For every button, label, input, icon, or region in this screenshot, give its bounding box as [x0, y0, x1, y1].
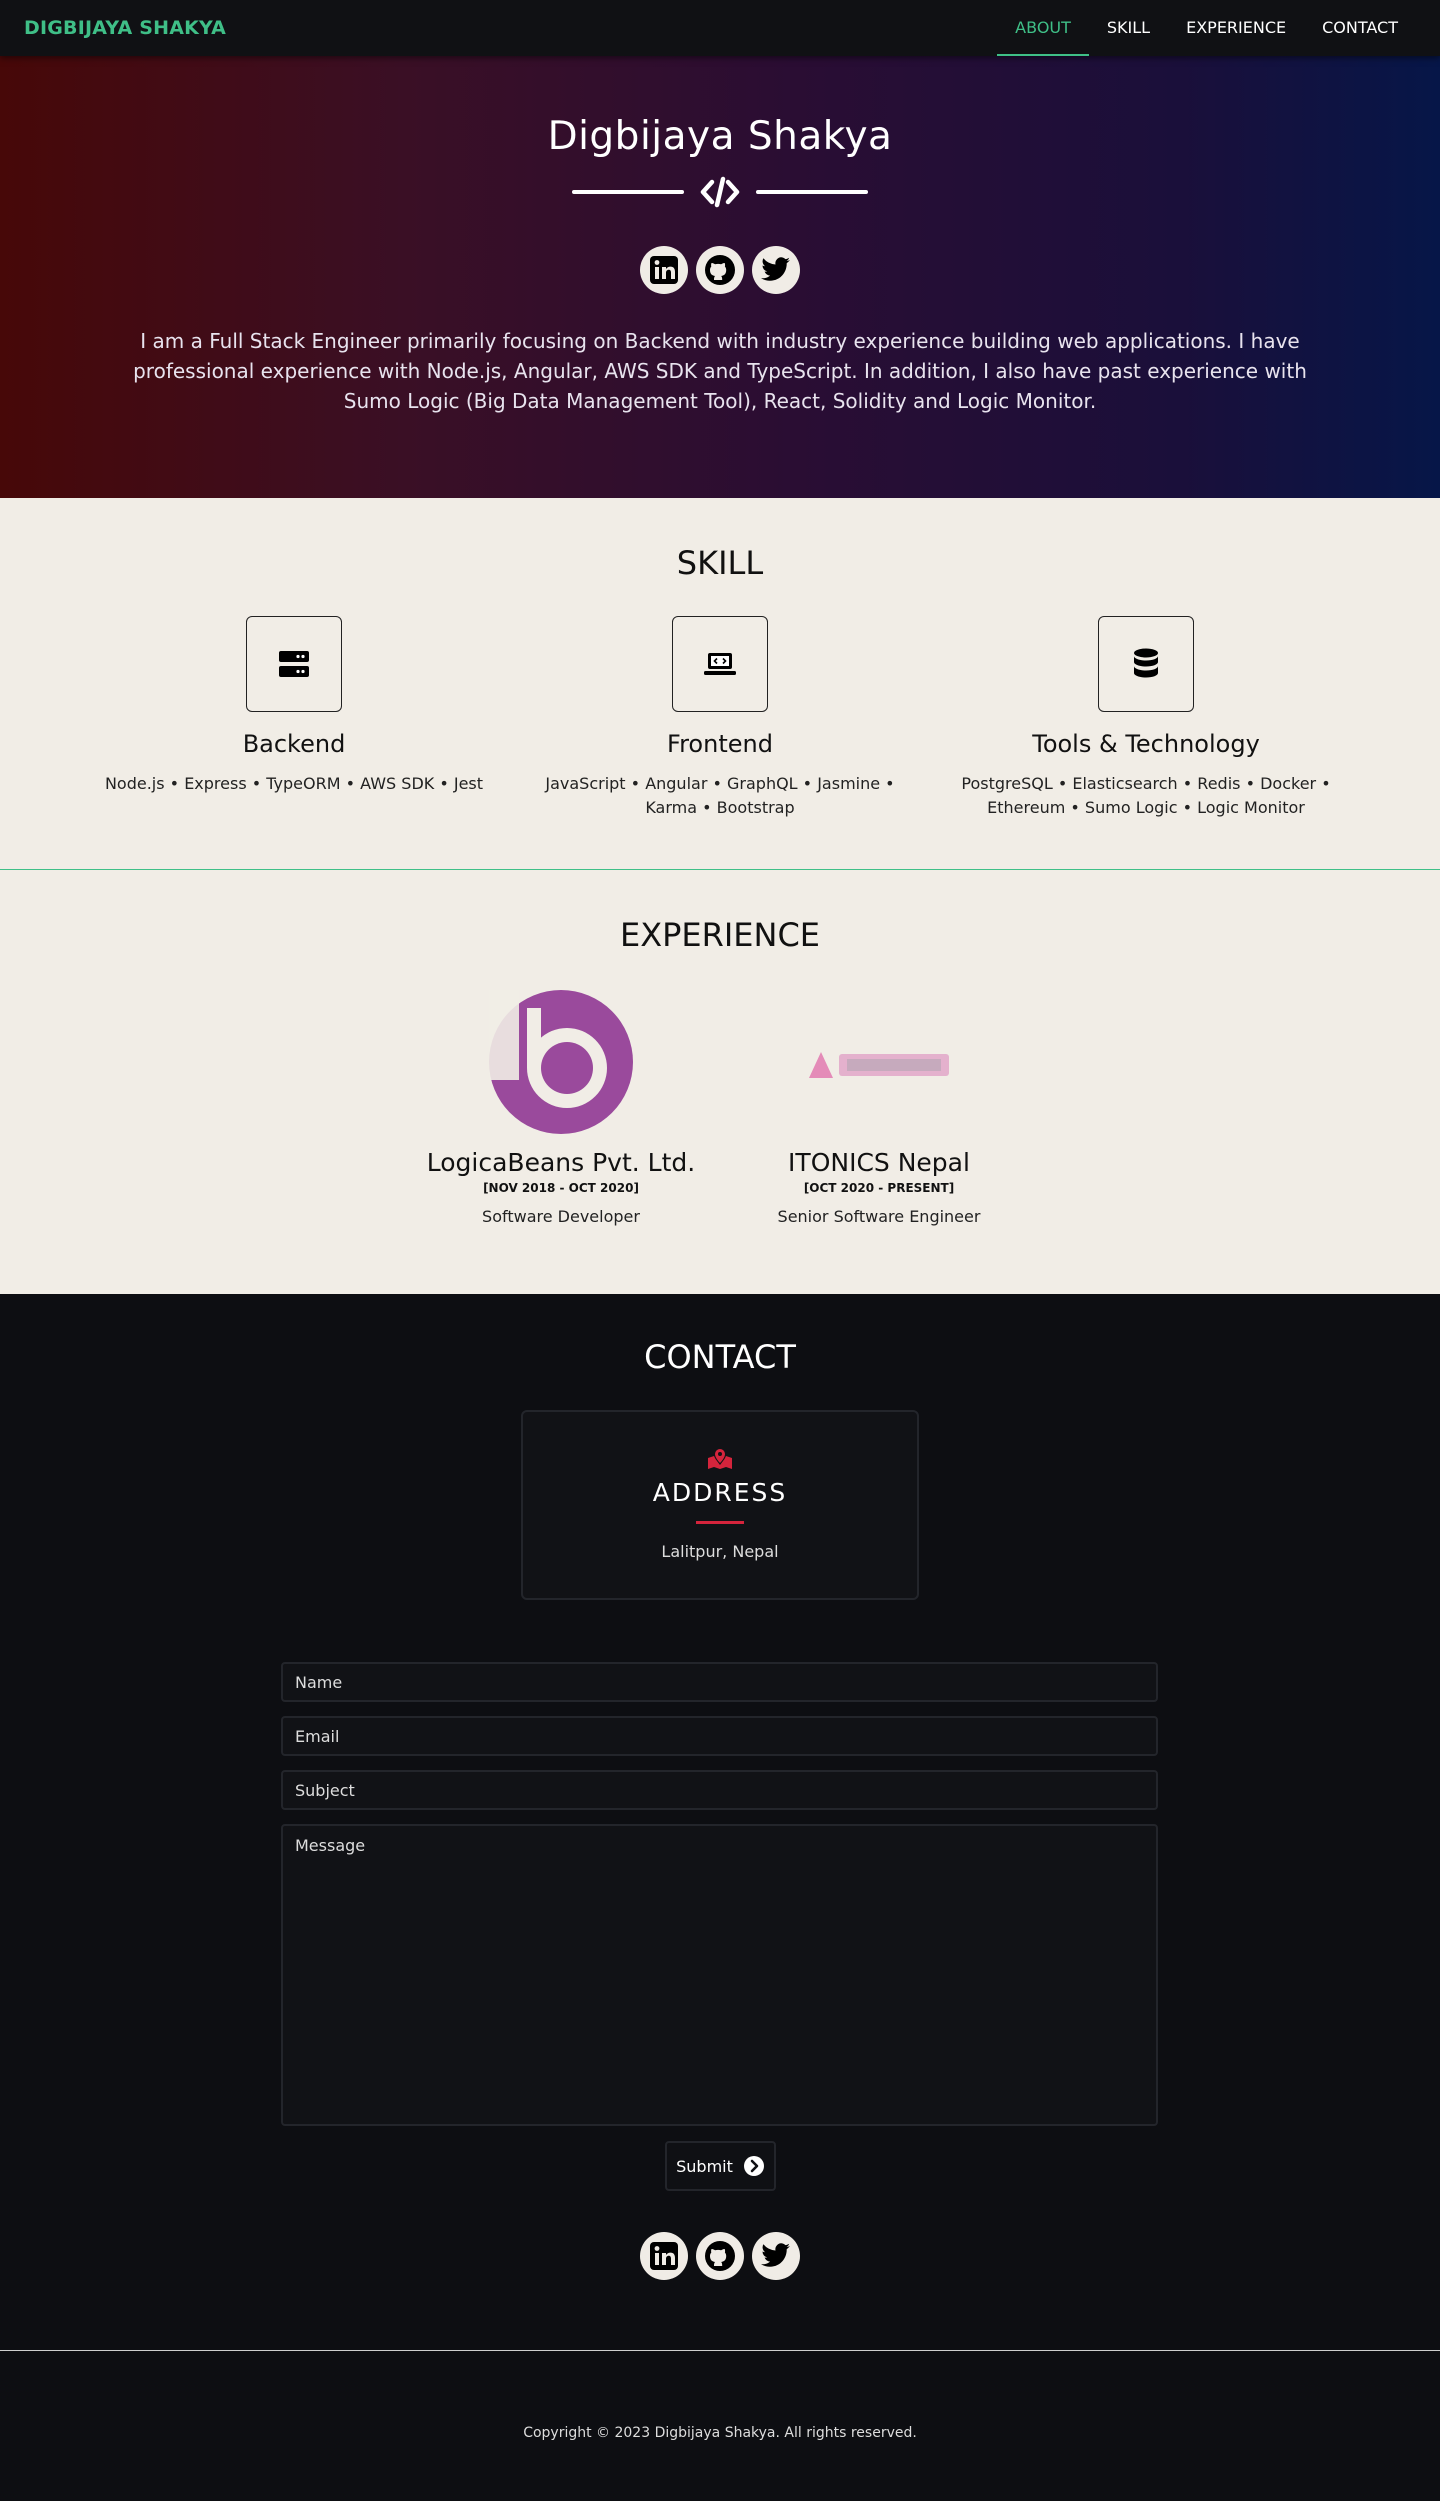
top-navbar: DIGBIJAYA SHAKYA ABOUT SKILL EXPERIENCE …: [0, 0, 1440, 56]
address-underline: [696, 1521, 744, 1524]
experience-section: EXPERIENCE LogicaBeans Pvt. Ltd. [NOV 20…: [0, 870, 1440, 1294]
contact-title: CONTACT: [644, 1338, 796, 1376]
subject-input[interactable]: Subject: [281, 1770, 1158, 1810]
nav-links: ABOUT SKILL EXPERIENCE CONTACT: [997, 0, 1416, 56]
footer: Copyright © 2023 Digbijaya Shakya. All r…: [0, 2351, 1440, 2501]
nav-link-contact[interactable]: CONTACT: [1304, 0, 1416, 56]
brand-logo[interactable]: DIGBIJAYA SHAKYA: [24, 17, 226, 39]
address-title: ADDRESS: [652, 1478, 788, 1507]
name-input[interactable]: Name: [281, 1662, 1158, 1702]
email-input[interactable]: Email: [281, 1716, 1158, 1756]
github-icon[interactable]: [696, 2232, 744, 2280]
twitter-icon[interactable]: [752, 2232, 800, 2280]
github-icon[interactable]: [696, 246, 744, 294]
nav-link-about[interactable]: ABOUT: [997, 0, 1089, 56]
email-placeholder: Email: [295, 1726, 340, 1746]
experience-card-itonics: ITONICS Nepal [OCT 2020 - PRESENT] Senio…: [734, 990, 1024, 1226]
skill-frontend-title: Frontend: [667, 730, 773, 758]
server-icon: [246, 616, 342, 712]
skill-backend-items: Node.js • Express • TypeORM • AWS SDK • …: [104, 774, 484, 793]
skill-section: SKILL Backend Node.js • Express • TypeOR…: [0, 498, 1440, 870]
database-icon: [1098, 616, 1194, 712]
code-icon: [698, 174, 742, 210]
twitter-icon[interactable]: [752, 246, 800, 294]
hero-name: Digbijaya Shakya: [547, 114, 893, 159]
skill-backend: Backend Node.js • Express • TypeORM • AW…: [84, 616, 504, 796]
skill-backend-title: Backend: [242, 730, 346, 758]
experience-card-logicabeans: LogicaBeans Pvt. Ltd. [NOV 2018 - OCT 20…: [416, 990, 706, 1226]
hero-bio: I am a Full Stack Engineer primarily foc…: [133, 329, 1307, 413]
experience-role: Senior Software Engineer: [777, 1207, 981, 1226]
subject-placeholder: Subject: [295, 1780, 355, 1800]
arrow-circle-right-icon: [743, 2156, 764, 2176]
experience-company: LogicaBeans Pvt. Ltd.: [426, 1148, 696, 1177]
linkedin-icon[interactable]: [640, 246, 688, 294]
hero-divider: [572, 174, 868, 210]
map-marker-icon: [523, 1448, 917, 1470]
address-value: Lalitpur, Nepal: [661, 1542, 779, 1561]
divider-line-left: [572, 190, 684, 194]
contact-section: CONTACT ADDRESS Lalitpur, Nepal Name Ema…: [0, 1294, 1440, 2351]
name-placeholder: Name: [295, 1672, 343, 1692]
experience-dates: [NOV 2018 - OCT 2020]: [483, 1181, 639, 1195]
message-placeholder: Message: [295, 1836, 366, 1855]
skill-tools-title: Tools & Technology: [1032, 730, 1260, 758]
logicabeans-logo: [489, 990, 633, 1134]
copyright-text: Copyright © 2023 Digbijaya Shakya. All r…: [523, 2425, 917, 2441]
experience-role: Software Developer: [482, 1207, 640, 1226]
experience-dates: [OCT 2020 - PRESENT]: [803, 1181, 955, 1195]
nav-link-skill[interactable]: SKILL: [1089, 0, 1168, 56]
experience-title: EXPERIENCE: [619, 916, 821, 954]
skill-tools: Tools & Technology PostgreSQL • Elastics…: [936, 616, 1356, 820]
skill-frontend: Frontend JavaScript • Angular • GraphQL …: [510, 616, 930, 820]
hero-social-links: [0, 246, 1440, 294]
divider-line-right: [756, 190, 868, 194]
message-textarea[interactable]: Message: [281, 1824, 1158, 2126]
skill-title: SKILL: [676, 544, 764, 582]
itonics-logo: [807, 990, 951, 1134]
about-section: Digbijaya Shakya I am a Full Stack Engin…: [0, 56, 1440, 498]
experience-company: ITONICS Nepal: [788, 1148, 970, 1177]
submit-label: Submit: [676, 2156, 733, 2176]
linkedin-icon[interactable]: [640, 2232, 688, 2280]
contact-social-links: [0, 2232, 1440, 2280]
laptop-code-icon: [672, 616, 768, 712]
address-card: ADDRESS Lalitpur, Nepal: [521, 1410, 919, 1600]
submit-button[interactable]: Submit: [665, 2141, 776, 2191]
skill-frontend-items: JavaScript • Angular • GraphQL • Jasmine…: [545, 774, 895, 817]
nav-link-experience[interactable]: EXPERIENCE: [1168, 0, 1304, 56]
skill-tools-items: PostgreSQL • Elasticsearch • Redis • Doc…: [961, 774, 1331, 817]
